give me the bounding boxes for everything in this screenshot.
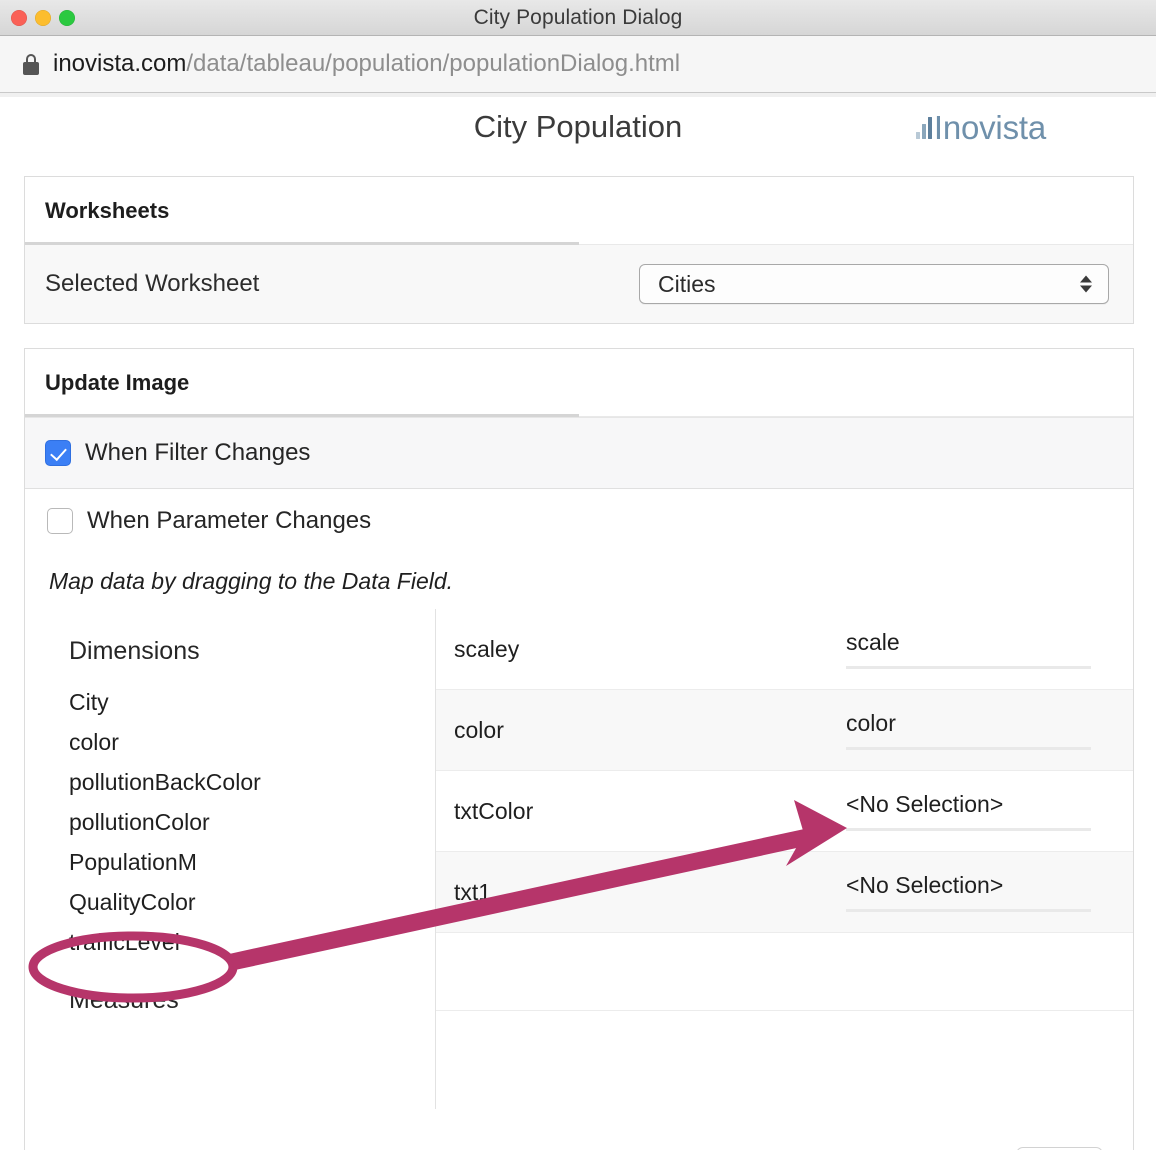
mapping-value-txtcolor[interactable]: <No Selection> bbox=[846, 791, 1091, 831]
mapping-value-txt1[interactable]: <No Selection> bbox=[846, 872, 1091, 912]
mapping-row-txtcolor[interactable]: txtColor <No Selection> bbox=[436, 771, 1133, 852]
fields-list: Dimensions City color pollutionBackColor… bbox=[25, 609, 435, 1109]
url-domain: inovista.com bbox=[53, 50, 187, 77]
mapping-value-color[interactable]: color bbox=[846, 710, 1091, 750]
chevron-updown-icon bbox=[1080, 275, 1092, 293]
update-image-panel: Update Image When Filter Changes When Pa… bbox=[24, 348, 1134, 1150]
mapping-value-scaley[interactable]: scale bbox=[846, 629, 1091, 669]
when-parameter-changes-checkbox[interactable] bbox=[47, 507, 73, 534]
field-item-populationm[interactable]: PopulationM bbox=[69, 842, 435, 882]
field-item-city[interactable]: City bbox=[69, 682, 435, 722]
field-item-color[interactable]: color bbox=[69, 722, 435, 762]
ok-button[interactable]: Ok bbox=[1016, 1146, 1103, 1150]
worksheets-panel-header: Worksheets bbox=[25, 177, 1133, 245]
drag-hint-text: Map data by dragging to the Data Field. bbox=[25, 552, 1133, 609]
mapping-row-scaley[interactable]: scaley scale bbox=[436, 609, 1133, 690]
bar-chart-icon bbox=[915, 117, 932, 139]
window-title: City Population Dialog bbox=[473, 5, 683, 29]
mapping-row-color[interactable]: color color bbox=[436, 690, 1133, 771]
panel-footer: Ok bbox=[25, 1109, 1133, 1150]
dimensions-heading: Dimensions bbox=[69, 637, 200, 665]
logo-text: Inovista bbox=[933, 109, 1046, 146]
worksheet-select[interactable]: Cities bbox=[639, 264, 1109, 304]
mapping-key-color: color bbox=[454, 716, 504, 743]
when-filter-changes-label: When Filter Changes bbox=[85, 439, 311, 466]
url-path: /data/tableau/population/populationDialo… bbox=[186, 50, 681, 77]
window-controls bbox=[11, 0, 75, 36]
address-bar[interactable]: inovista.com /data/tableau/population/po… bbox=[0, 36, 1156, 97]
update-image-panel-header: Update Image bbox=[25, 349, 1133, 417]
when-filter-changes-row[interactable]: When Filter Changes bbox=[25, 417, 1133, 488]
measures-heading: Measures bbox=[69, 986, 179, 1014]
worksheets-panel: Worksheets Selected Worksheet Cities bbox=[24, 176, 1134, 324]
close-button[interactable] bbox=[11, 10, 27, 26]
selected-worksheet-label: Selected Worksheet bbox=[45, 270, 260, 297]
data-mapping-area: Dimensions City color pollutionBackColor… bbox=[25, 609, 1133, 1109]
mapping-table: scaley scale color color txtColor <No Se… bbox=[435, 609, 1133, 1109]
when-parameter-changes-label: When Parameter Changes bbox=[87, 506, 372, 534]
when-filter-changes-checkbox[interactable] bbox=[45, 440, 71, 466]
when-parameter-changes-row[interactable]: When Parameter Changes bbox=[25, 488, 1133, 552]
mapping-key-scaley: scaley bbox=[454, 635, 520, 662]
mapping-key-txt1: txt1 bbox=[454, 878, 492, 905]
window-titlebar: City Population Dialog bbox=[0, 0, 1156, 36]
update-image-heading: Update Image bbox=[45, 370, 190, 395]
selected-worksheet-row: Selected Worksheet Cities bbox=[25, 245, 1133, 323]
worksheet-select-value: Cities bbox=[658, 270, 716, 297]
mapping-row-empty bbox=[436, 933, 1133, 1011]
field-item-pollutionbackcolor[interactable]: pollutionBackColor bbox=[69, 762, 435, 802]
page-header: City Population Inovista bbox=[0, 93, 1156, 175]
mapping-row-txt1[interactable]: txt1 <No Selection> bbox=[436, 852, 1133, 933]
field-item-qualitycolor[interactable]: QualityColor bbox=[69, 882, 435, 922]
minimize-button[interactable] bbox=[35, 10, 51, 26]
mapping-key-txtcolor: txtColor bbox=[454, 797, 534, 824]
field-item-trafficlevel[interactable]: trafficLevel bbox=[69, 922, 435, 962]
worksheets-heading: Worksheets bbox=[45, 198, 170, 223]
field-item-pollutioncolor[interactable]: pollutionColor bbox=[69, 802, 435, 842]
zoom-button[interactable] bbox=[59, 10, 75, 26]
lock-icon bbox=[22, 53, 39, 75]
browser-window: City Population Dialog inovista.com /dat… bbox=[0, 0, 1156, 1150]
inovista-logo: Inovista bbox=[915, 109, 1046, 146]
